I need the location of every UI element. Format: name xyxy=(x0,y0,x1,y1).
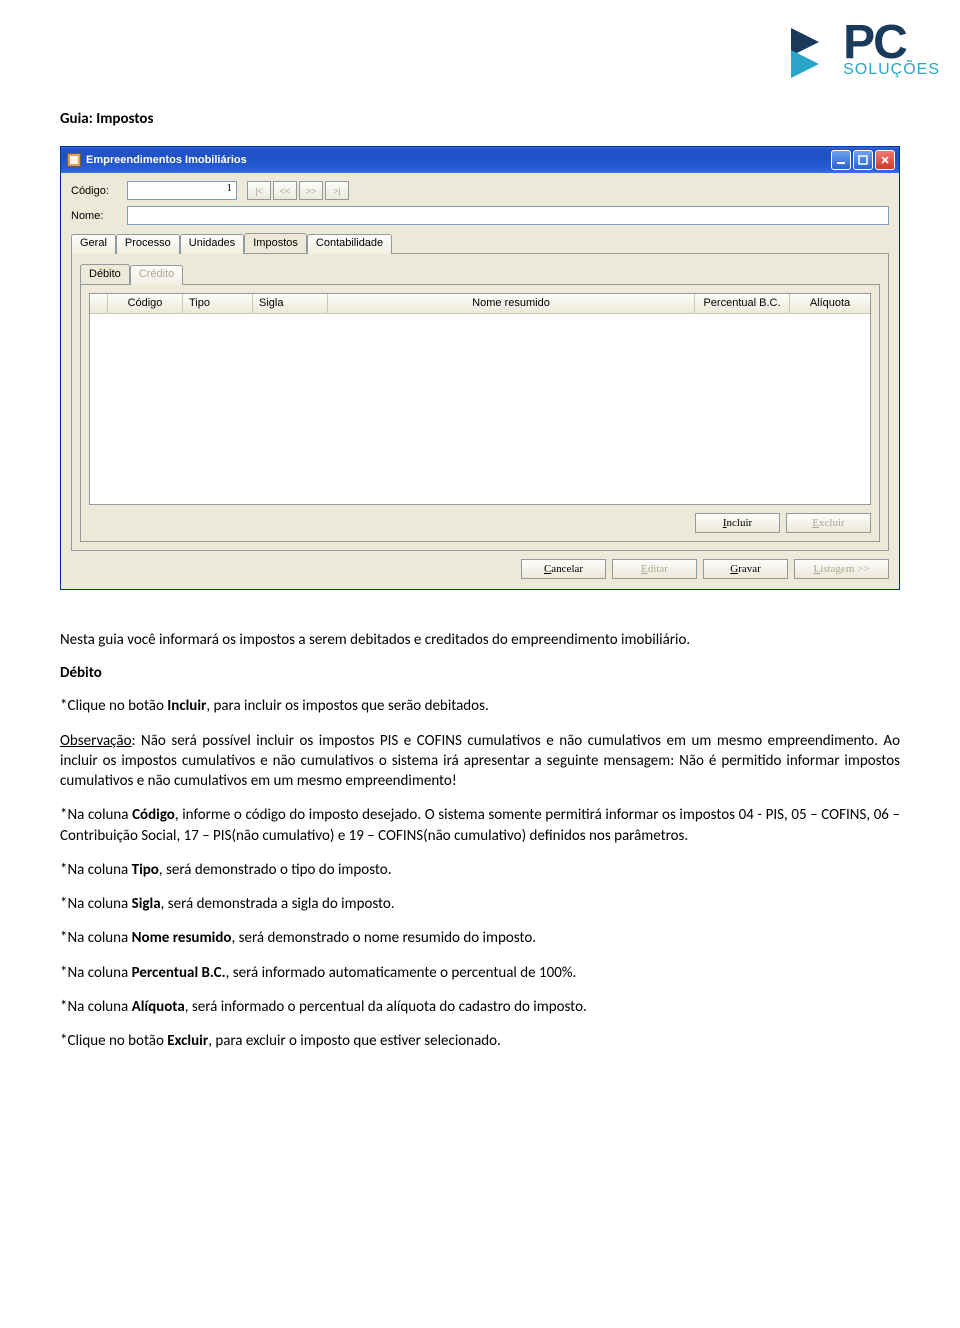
tab-impostos[interactable]: Impostos xyxy=(244,233,307,253)
editar-button[interactable]: Editar xyxy=(612,559,697,579)
excluir-button[interactable]: Excluir xyxy=(786,513,871,533)
document-body: Nesta guia você informará os impostos a … xyxy=(60,630,900,1051)
col-nome[interactable]: Nome resumido xyxy=(328,294,695,313)
window-controls xyxy=(831,150,895,170)
minimize-button[interactable] xyxy=(831,150,851,170)
paragraph: *Na coluna Sigla, será demonstrada a sig… xyxy=(60,894,900,914)
tab-debito[interactable]: Débito xyxy=(80,264,130,284)
col-perc[interactable]: Percentual B.C. xyxy=(695,294,790,313)
maximize-button[interactable] xyxy=(853,150,873,170)
window: Empreendimentos Imobiliários Código: 1 |… xyxy=(60,146,900,590)
logo: PC SOLUÇÕES xyxy=(783,20,940,80)
col-tipo[interactable]: Tipo xyxy=(183,294,253,313)
logo-text: PC SOLUÇÕES xyxy=(843,21,940,78)
main-tabs: Geral Processo Unidades Impostos Contabi… xyxy=(71,233,889,254)
header-logo: PC SOLUÇÕES xyxy=(60,20,940,80)
impostos-panel: Débito Crédito Código Tipo Sigla Nome re… xyxy=(71,254,889,551)
paragraph: *Na coluna Alíquota, será informado o pe… xyxy=(60,997,900,1017)
tab-geral[interactable]: Geral xyxy=(71,234,116,254)
paragraph: *Na coluna Código, informe o código do i… xyxy=(60,805,900,846)
titlebar: Empreendimentos Imobiliários xyxy=(61,147,899,173)
debito-panel: Código Tipo Sigla Nome resumido Percentu… xyxy=(80,285,880,542)
nav-first-button[interactable]: |< xyxy=(247,181,271,200)
cancelar-button[interactable]: Cancelar xyxy=(521,559,606,579)
close-button[interactable] xyxy=(875,150,895,170)
gravar-button[interactable]: Gravar xyxy=(703,559,788,579)
grid: Código Tipo Sigla Nome resumido Percentu… xyxy=(89,293,871,505)
incluir-button[interactable]: Incluir xyxy=(695,513,780,533)
logo-sub: SOLUÇÕES xyxy=(843,61,940,79)
grid-body[interactable] xyxy=(90,314,870,504)
tab-unidades[interactable]: Unidades xyxy=(180,234,244,254)
grid-buttons: Incluir Excluir xyxy=(89,513,871,533)
paragraph: *Na coluna Tipo, será demonstrado o tipo… xyxy=(60,860,900,880)
tab-contabilidade[interactable]: Contabilidade xyxy=(307,234,392,254)
paragraph: *Clique no botão Excluir, para excluir o… xyxy=(60,1031,900,1051)
listagem-button[interactable]: Listagem >> xyxy=(794,559,889,579)
codigo-row: Código: 1 |< << >> >| xyxy=(71,181,889,200)
window-title: Empreendimentos Imobiliários xyxy=(86,154,247,166)
paragraph: Observação: Não será possível incluir os… xyxy=(60,731,900,792)
paragraph: Nesta guia você informará os impostos a … xyxy=(60,630,900,650)
debito-heading: Débito xyxy=(60,664,900,682)
nome-row: Nome: xyxy=(71,206,889,225)
paragraph: *Na coluna Nome resumido, será demonstra… xyxy=(60,928,900,948)
sub-tabs: Débito Crédito xyxy=(80,264,880,285)
window-body: Código: 1 |< << >> >| Nome: Geral Proces… xyxy=(61,173,899,589)
grid-corner xyxy=(90,294,108,313)
paragraph: *Clique no botão Incluir, para incluir o… xyxy=(60,696,900,716)
codigo-label: Código: xyxy=(71,185,121,197)
nome-label: Nome: xyxy=(71,210,121,222)
nav-next-button[interactable]: >> xyxy=(299,181,323,200)
col-sigla[interactable]: Sigla xyxy=(253,294,328,313)
paragraph: *Na coluna Percentual B.C., será informa… xyxy=(60,963,900,983)
col-codigo[interactable]: Código xyxy=(108,294,183,313)
grid-header: Código Tipo Sigla Nome resumido Percentu… xyxy=(90,294,870,314)
tab-credito[interactable]: Crédito xyxy=(130,265,183,285)
nav-last-button[interactable]: >| xyxy=(325,181,349,200)
footer-buttons: Cancelar Editar Gravar Listagem >> xyxy=(71,559,889,579)
nav-prev-button[interactable]: << xyxy=(273,181,297,200)
nome-input[interactable] xyxy=(127,206,889,225)
tab-processo[interactable]: Processo xyxy=(116,234,180,254)
titlebar-left: Empreendimentos Imobiliários xyxy=(67,153,247,167)
codigo-input[interactable]: 1 xyxy=(127,181,237,200)
logo-main: PC xyxy=(843,21,940,64)
section-title: Guia: Impostos xyxy=(60,110,900,128)
window-icon xyxy=(67,153,81,167)
record-nav: |< << >> >| xyxy=(247,181,349,200)
col-aliq[interactable]: Alíquota xyxy=(790,294,870,313)
logo-mark-icon xyxy=(783,20,835,80)
